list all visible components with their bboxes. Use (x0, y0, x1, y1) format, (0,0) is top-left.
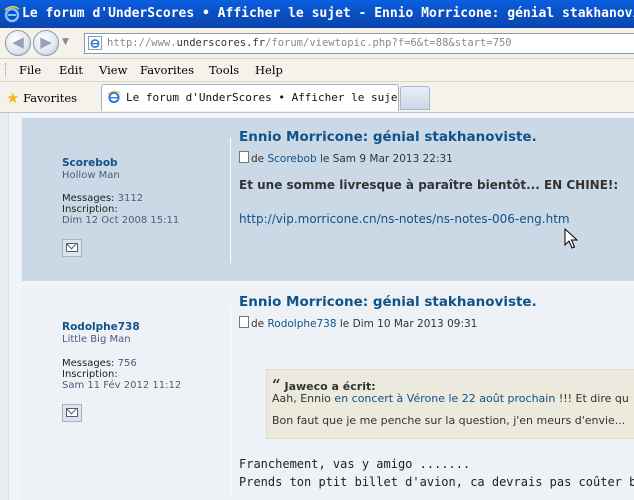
post-divider (230, 138, 231, 263)
post-body-text: Prends ton ptit billet d'avion, ca devra… (239, 475, 634, 489)
menu-view[interactable]: View (99, 63, 127, 77)
post-title[interactable]: Ennio Morricone: génial stakhanoviste. (239, 129, 537, 145)
post-author[interactable]: Rodolphe738 (62, 321, 140, 333)
post-link[interactable]: http://vip.morricone.cn/ns-notes/ns-note… (239, 212, 570, 226)
quote-link[interactable]: en concert à Vérone le 22 août prochain (334, 392, 555, 405)
menu-favorites[interactable]: Favorites (140, 63, 194, 77)
post-meta-author[interactable]: Scorebob (267, 153, 316, 165)
page-left-edge (0, 113, 9, 500)
tab-label: Le forum d'UnderScores • Afficher le suj… (126, 91, 418, 104)
forum-post: Rodolphe738 Little Big Man Messages: 756… (22, 286, 634, 500)
page-content: Scorebob Hollow Man Messages: 3112 Inscr… (0, 113, 634, 500)
post-author-rank: Little Big Man (62, 334, 131, 345)
new-tab-button[interactable] (400, 86, 430, 110)
post-author-stats: Messages: 756 Inscription: Sam 11 Fév 20… (62, 358, 182, 391)
window-titlebar: Le forum d'UnderScores • Afficher le suj… (0, 0, 634, 28)
quote-block: “ Jaweco a écrit: Aah, Ennio en concert … (266, 369, 634, 439)
mouse-cursor-icon (564, 228, 578, 249)
post-document-icon (239, 151, 249, 163)
post-author-stats: Messages: 3112 Inscription: Dim 12 Oct 2… (62, 193, 180, 226)
navigation-bar: ◀ ▶ ▼ http://www.underscores.fr/forum/vi… (0, 28, 634, 59)
quote-line: Aah, Ennio en concert à Vérone le 22 aoû… (272, 392, 629, 405)
tab-forum[interactable]: Le forum d'UnderScores • Afficher le suj… (101, 84, 417, 111)
envelope-icon (66, 243, 78, 252)
history-dropdown-icon[interactable]: ▼ (62, 37, 69, 47)
private-message-button[interactable] (62, 404, 82, 422)
toolbar-grip (5, 63, 8, 77)
forward-button[interactable]: ▶ (33, 30, 59, 56)
menu-edit[interactable]: Edit (59, 63, 83, 77)
post-author[interactable]: Scorebob (62, 157, 118, 169)
address-url: http://www.underscores.fr/forum/viewtopi… (107, 37, 512, 49)
back-button[interactable]: ◀ (5, 30, 31, 56)
favorites-button[interactable]: ★ Favorites (6, 88, 78, 107)
post-author-rank: Hollow Man (62, 170, 120, 181)
ie-logo-icon (4, 5, 20, 23)
post-title[interactable]: Ennio Morricone: génial stakhanoviste. (239, 294, 537, 310)
window-title: Le forum d'UnderScores • Afficher le suj… (22, 6, 634, 21)
menu-file[interactable]: File (19, 63, 41, 77)
menu-help[interactable]: Help (255, 63, 283, 77)
post-meta: de Rodolphe738 le Dim 10 Mar 2013 09:31 (239, 316, 477, 330)
post-meta-author[interactable]: Rodolphe738 (267, 318, 336, 330)
forward-arrow-icon: ▶ (40, 33, 52, 51)
back-arrow-icon: ◀ (12, 33, 24, 51)
favorites-label: Favorites (23, 91, 78, 105)
quote-line: Bon faut que je me penche sur la questio… (272, 414, 626, 427)
post-meta: de Scorebob le Sam 9 Mar 2013 22:31 (239, 151, 453, 165)
envelope-icon (66, 408, 78, 417)
tab-ie-icon (107, 90, 121, 104)
private-message-button[interactable] (62, 239, 82, 257)
menu-tools[interactable]: Tools (209, 63, 239, 77)
page-ie-icon (88, 36, 102, 50)
favorites-star-icon: ★ (6, 89, 20, 107)
post-body-text: Franchement, vas y amigo ....... (239, 457, 471, 471)
post-body-text: Et une somme livresque à paraître bientô… (239, 178, 619, 192)
post-document-icon (239, 316, 249, 328)
menu-bar: File Edit View Favorites Tools Help (0, 59, 634, 82)
address-bar[interactable]: http://www.underscores.fr/forum/viewtopi… (84, 33, 634, 54)
forum-post: Scorebob Hollow Man Messages: 3112 Inscr… (22, 118, 634, 281)
post-divider (230, 306, 231, 496)
tab-bar: ★ Favorites Le forum d'UnderScores • Aff… (0, 82, 634, 113)
